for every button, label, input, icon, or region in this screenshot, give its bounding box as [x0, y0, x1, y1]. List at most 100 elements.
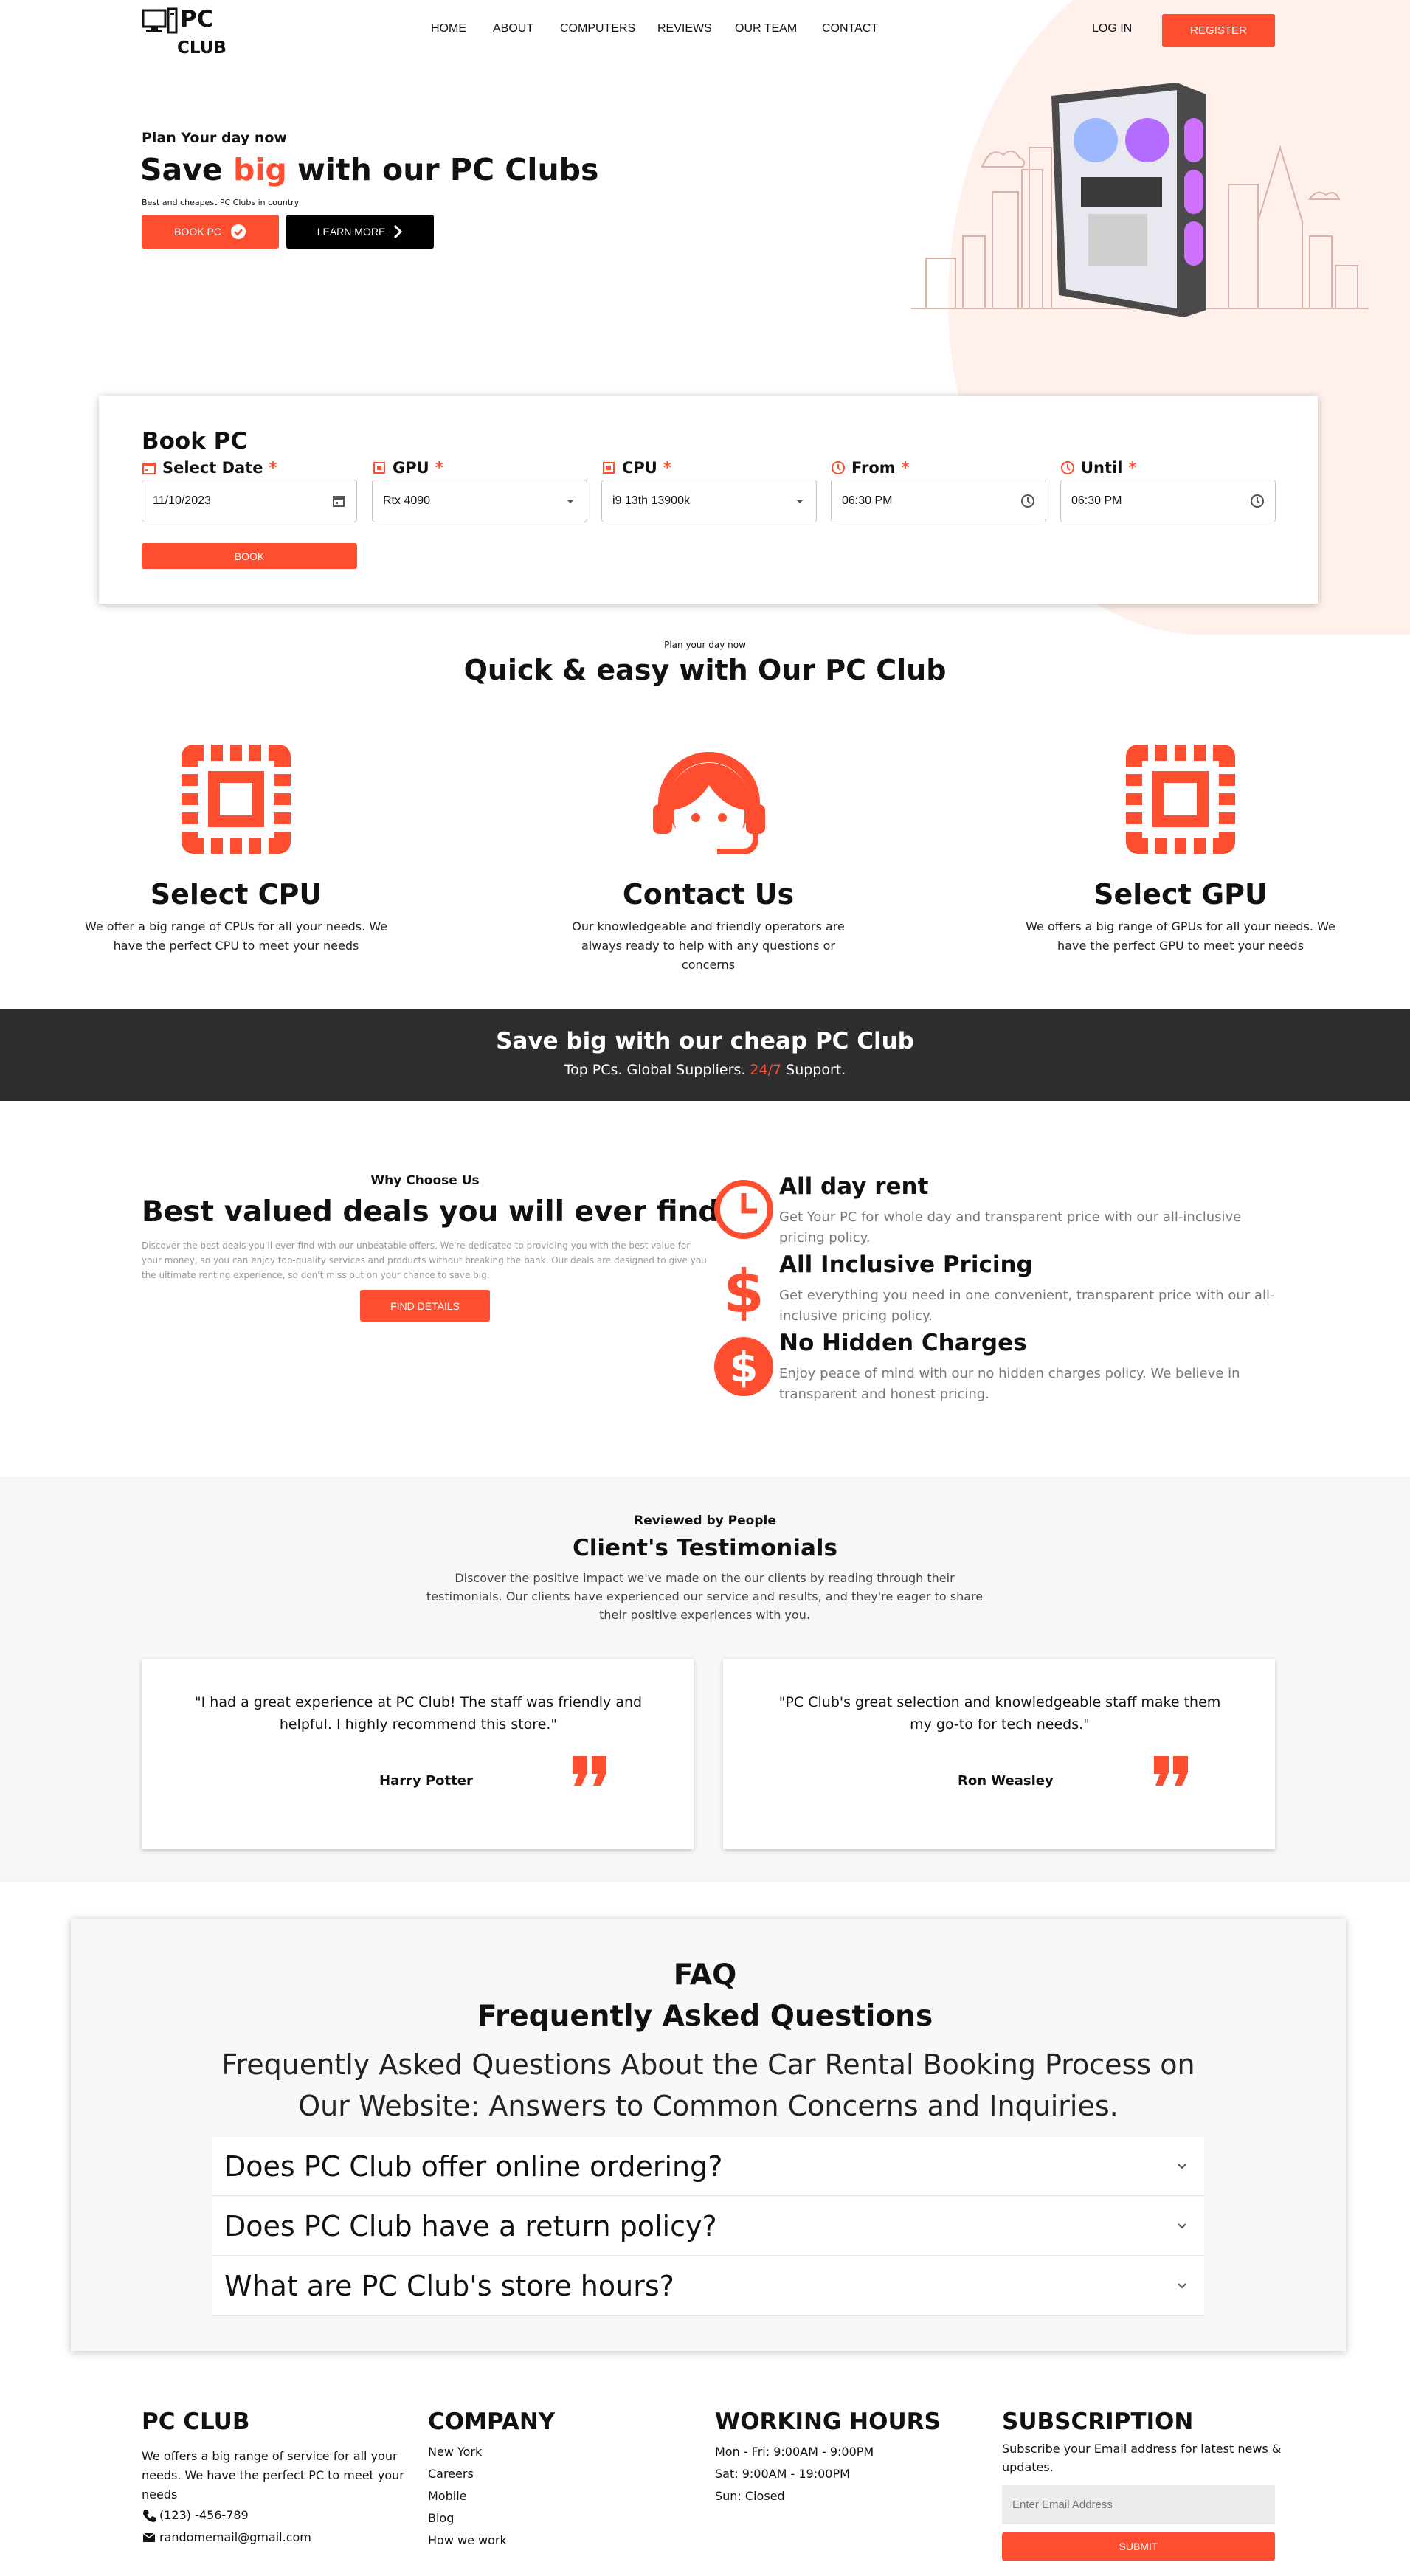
footer-email[interactable]: randomemail@gmail.com: [142, 2527, 311, 2549]
clock-icon: [1061, 461, 1074, 474]
testimonials-kicker: Reviewed by People: [634, 1513, 776, 1528]
banner-sub-post: Support.: [781, 1062, 846, 1078]
register-button[interactable]: REGISTER: [1162, 14, 1275, 47]
clock-icon: [832, 461, 845, 474]
nav-contact[interactable]: CONTACT: [822, 22, 878, 35]
nav-reviews[interactable]: REVIEWS: [657, 22, 712, 35]
nav-computers[interactable]: COMPUTERS: [560, 22, 635, 35]
gpu-select[interactable]: Rtx 4090: [372, 480, 587, 522]
footer-link[interactable]: How we work: [428, 2530, 507, 2552]
headset-icon: [653, 752, 765, 854]
footer-link[interactable]: Blog: [428, 2507, 454, 2530]
find-details-button[interactable]: FIND DETAILS: [360, 1290, 490, 1322]
faq-question[interactable]: Does PC Club have a return policy?: [212, 2197, 1204, 2256]
date-value: 11/10/2023: [153, 494, 211, 507]
testimonial-quote: "I had a great experience at PC Club! Th…: [194, 1694, 643, 1733]
footer-subscription-title: SUBSCRIPTION: [1002, 2408, 1194, 2435]
why-item-text-charges: Enjoy peace of mind with our no hidden c…: [779, 1366, 1240, 1402]
date-input[interactable]: 11/10/2023: [142, 480, 357, 522]
gpu-value: Rtx 4090: [383, 494, 431, 507]
testimonial-author: Ron Weasley: [958, 1773, 1054, 1789]
dollar-circle-icon: $: [714, 1337, 773, 1396]
svg-text:$: $: [723, 1259, 764, 1321]
login-link[interactable]: LOG IN: [1092, 22, 1132, 35]
hero-pc-illustration: [911, 83, 1369, 317]
until-value: 06:30 PM: [1071, 494, 1122, 507]
testimonial-card: "I had a great experience at PC Club! Th…: [142, 1659, 694, 1849]
until-time-input[interactable]: 06:30 PM: [1060, 480, 1276, 522]
promo-banner: Save big with our cheap PC Club Top PCs.…: [0, 1009, 1410, 1101]
required-mark: *: [435, 459, 443, 477]
footer-link[interactable]: New York: [428, 2441, 482, 2463]
required-mark: *: [663, 459, 671, 477]
footer-link[interactable]: Careers: [428, 2463, 474, 2485]
nav-home[interactable]: HOME: [431, 22, 466, 35]
logo-text-pc: PC: [180, 6, 214, 32]
chevron-down-icon[interactable]: [1176, 2280, 1188, 2292]
features-kicker: Plan your day now: [664, 640, 746, 650]
book-button[interactable]: BOOK: [142, 543, 357, 569]
why-item-text-rent: Get Your PC for whole day and transparen…: [779, 1209, 1242, 1246]
testimonial-card: "PC Club's great selection and knowledge…: [723, 1659, 1275, 1849]
testimonials-text: Discover the positive impact we've made …: [426, 1571, 984, 1622]
hero-title-pre: Save: [140, 152, 234, 187]
why-item-title-rent: All day rent: [779, 1173, 929, 1200]
gpu-label: GPU *: [372, 459, 443, 477]
hero-title-accent: big: [233, 152, 287, 187]
email-subscribe-input[interactable]: [1002, 2485, 1275, 2524]
submit-button[interactable]: SUBMIT: [1002, 2532, 1275, 2561]
clock-icon: [714, 1180, 773, 1239]
check-circle-icon: [230, 224, 246, 239]
cpu-value: i9 13th 13900k: [612, 494, 690, 507]
gpu-icon: [1126, 745, 1235, 854]
chevron-down-icon[interactable]: [1176, 2220, 1188, 2232]
clock-picker-icon[interactable]: [1250, 494, 1265, 508]
why-title: Best valued deals you will ever find: [142, 1195, 719, 1229]
chip-icon: [373, 462, 385, 474]
clock-picker-icon[interactable]: [1020, 494, 1035, 508]
feature-title-contact: Contact Us: [622, 878, 795, 911]
faq-question[interactable]: What are PC Club's store hours?: [212, 2256, 1204, 2316]
banner-sub-accent: 24/7: [750, 1062, 782, 1078]
phone-icon: [143, 2510, 156, 2522]
chevron-down-icon[interactable]: [1176, 2161, 1188, 2172]
nav-our-team[interactable]: OUR TEAM: [735, 22, 797, 35]
from-label-text: From: [851, 459, 896, 477]
cpu-select[interactable]: i9 13th 13900k: [601, 480, 817, 522]
from-label: From *: [831, 459, 910, 477]
calendar-icon: [142, 463, 156, 474]
faq-question[interactable]: Does PC Club offer online ordering?: [212, 2137, 1204, 2196]
feature-text-contact: Our knowledgeable and friendly operators…: [572, 919, 845, 972]
logo-text-club: CLUB: [177, 38, 227, 58]
testimonial-quote: "PC Club's great selection and knowledge…: [778, 1694, 1221, 1733]
book-pc-button[interactable]: BOOK PC: [142, 215, 279, 249]
footer-hours-title: WORKING HOURS: [715, 2408, 941, 2435]
testimonials-title: Client's Testimonials: [573, 1535, 837, 1561]
footer-hours-line: Sun: Closed: [715, 2489, 785, 2503]
footer-company-title: COMPANY: [428, 2408, 556, 2435]
feature-text-cpu: We offer a big range of CPUs for all you…: [84, 919, 388, 953]
banner-title: Save big with our cheap PC Club: [496, 1028, 914, 1054]
learn-more-label: LEARN MORE: [317, 226, 386, 238]
site-logo[interactable]: PC CLUB: [142, 3, 238, 62]
from-time-input[interactable]: 06:30 PM: [831, 480, 1046, 522]
footer-subscription-text: Subscribe your Email address for latest …: [1002, 2442, 1282, 2474]
required-mark: *: [901, 459, 910, 477]
footer-link[interactable]: Mobile: [428, 2485, 466, 2507]
footer-phone[interactable]: (123) -456-789: [142, 2504, 249, 2527]
testimonial-author: Harry Potter: [379, 1773, 473, 1789]
faq-question-text: Does PC Club have a return policy?: [224, 2209, 717, 2242]
footer-hours-line: Mon - Fri: 9:00AM - 9:00PM: [715, 2445, 874, 2459]
calendar-picker-icon[interactable]: [331, 494, 346, 508]
footer-email-text: randomemail@gmail.com: [159, 2530, 311, 2544]
chevron-right-icon: [394, 224, 403, 239]
hero-kicker: Plan Your day now: [142, 130, 287, 146]
nav-about[interactable]: ABOUT: [493, 22, 533, 35]
hero-title-post: with our PC Clubs: [286, 152, 599, 187]
hero-title: Save big with our PC Clubs: [140, 152, 598, 187]
computer-logo-icon: [142, 7, 178, 34]
mail-icon: [142, 2532, 156, 2542]
learn-more-button[interactable]: LEARN MORE: [286, 215, 434, 249]
required-mark: *: [1128, 459, 1137, 477]
until-label: Until *: [1060, 459, 1136, 477]
